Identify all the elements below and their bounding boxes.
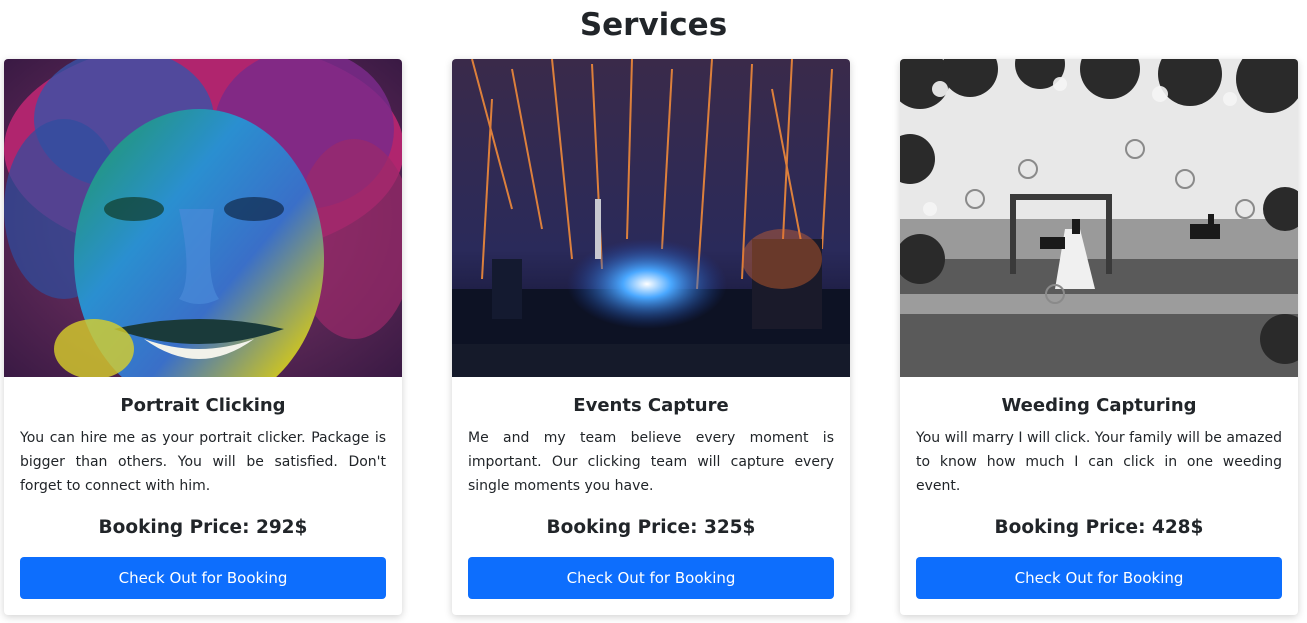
booking-price: Booking Price: 292$	[98, 517, 308, 538]
service-card-portrait: Portrait Clicking You can hire me as you…	[4, 59, 402, 615]
service-description: You will marry I will click. Your family…	[916, 430, 1282, 494]
check-out-booking-button[interactable]: Check Out for Booking	[468, 557, 834, 599]
booking-price: Booking Price: 325$	[546, 517, 756, 538]
service-title: Events Capture	[573, 395, 729, 416]
wedding-image	[900, 59, 1298, 377]
booking-price: Booking Price: 428$	[994, 517, 1204, 538]
services-card-list: Portrait Clicking You can hire me as you…	[4, 59, 1304, 623]
events-image	[452, 59, 850, 377]
service-card-events: Events Capture Me and my team believe ev…	[452, 59, 850, 615]
check-out-booking-button[interactable]: Check Out for Booking	[20, 557, 386, 599]
service-description: You can hire me as your portrait clicker…	[20, 430, 386, 494]
service-title: Portrait Clicking	[120, 395, 286, 416]
service-description: Me and my team believe every moment is i…	[468, 430, 834, 494]
portrait-image	[4, 59, 402, 377]
service-card-wedding: Weeding Capturing You will marry I will …	[900, 59, 1298, 615]
check-out-booking-button[interactable]: Check Out for Booking	[916, 557, 1282, 599]
page-title: Services	[579, 7, 728, 43]
service-title: Weeding Capturing	[1001, 395, 1197, 416]
